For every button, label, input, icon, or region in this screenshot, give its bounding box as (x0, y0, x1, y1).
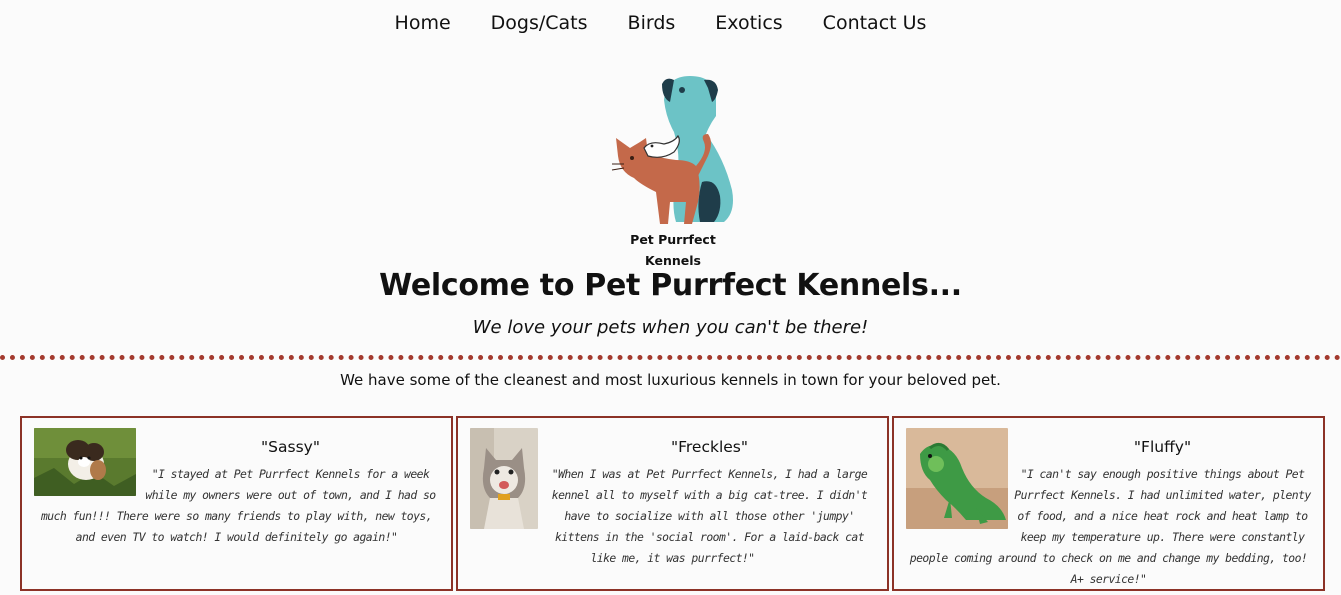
intro-text: We have some of the cleanest and most lu… (340, 371, 1001, 389)
cat-photo (470, 428, 538, 529)
nav-contact-us[interactable]: Contact Us (803, 10, 947, 36)
nav-home[interactable]: Home (395, 10, 471, 36)
nav-birds[interactable]: Birds (608, 10, 696, 36)
logo-pets-icon (611, 76, 733, 224)
dotted-divider (0, 355, 1341, 360)
site-logo[interactable]: Pet Purrfect Kennels (604, 72, 742, 270)
page-title: Welcome to Pet Purrfect Kennels... (379, 268, 962, 303)
page: Home Dogs/Cats Birds Exotics Contact Us … (0, 0, 1341, 595)
nav-dogs-cats[interactable]: Dogs/Cats (471, 10, 608, 36)
iguana-photo (906, 428, 1008, 529)
tagline: We love your pets when you can't be ther… (472, 317, 869, 338)
main-nav: Home Dogs/Cats Birds Exotics Contact Us (0, 10, 1341, 36)
logo-text-line1: Pet Purrfect (630, 232, 716, 247)
puppy-photo (34, 428, 136, 496)
nav-exotics[interactable]: Exotics (695, 10, 802, 36)
testimonial-card: "Sassy" "I stayed at Pet Purrfect Kennel… (20, 416, 453, 591)
testimonial-card: "Fluffy" "I can't say enough positive th… (892, 416, 1325, 591)
testimonial-card: "Freckles" "When I was at Pet Purrfect K… (456, 416, 889, 591)
